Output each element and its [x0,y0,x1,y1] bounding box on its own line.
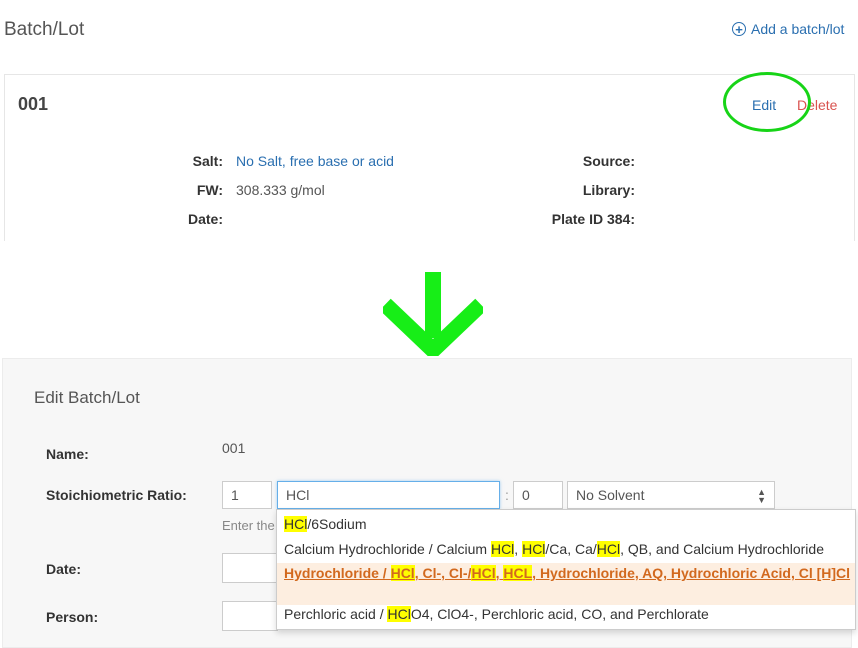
match-highlight: HCL [503,565,533,581]
source-label: Source: [582,153,635,169]
person-label: Person: [46,609,99,625]
fw-label: FW: [196,182,223,198]
dropdown-item[interactable]: Perchloric acid / HClO4, ClO4-, Perchlor… [277,604,855,628]
solvent-select[interactable]: No Solvent ▲ ▼ [567,481,775,509]
select-caret-icon: ▲ ▼ [757,487,766,505]
salt-value[interactable]: No Salt, free base or acid [236,153,394,169]
name-label: Name: [46,446,89,462]
ratio-search-value: HCl [286,487,310,503]
match-highlight: HCl [390,565,415,581]
delete-button[interactable]: Delete [797,97,837,113]
dropdown-item[interactable]: HCl/6Sodium [277,514,855,538]
edit-panel-title: Edit Batch/Lot [34,388,140,407]
solvent-select-value: No Solvent [576,487,645,503]
add-batch-label: Add a batch/lot [751,21,845,37]
match-highlight: HCl [596,541,621,557]
dropdown-item[interactable]: Calcium Hydrochloride / Calcium HCl, HCl… [277,539,855,563]
fw-value: 308.333 g/mol [236,182,325,198]
ratio-second-input[interactable]: 0 [513,481,563,509]
date-form-label: Date: [46,561,82,577]
ratio-search-input[interactable]: HCl [277,481,500,509]
match-highlight: HCl [471,565,496,581]
match-highlight: HCl [490,541,515,557]
ratio-label: Stoichiometric Ratio: [46,487,187,503]
section-title: Batch/Lot [4,19,85,40]
match-highlight: HCl [522,541,546,557]
salt-label: Salt: [192,153,223,169]
date-label: Date: [187,211,223,227]
autocomplete-dropdown: HCl/6Sodium Calcium Hydrochloride / Calc… [276,509,856,630]
ratio-separator: : [505,487,509,503]
dropdown-item-active[interactable]: Hydrochloride / HCl, Cl-, Cl-/HCl, HCL, … [277,563,855,605]
batch-id: 001 [18,94,49,114]
name-value: 001 [222,440,246,456]
plate-id-label: Plate ID 384: [551,211,635,227]
person-input[interactable] [222,601,278,631]
arrow-down-icon [383,272,483,356]
add-batch-button[interactable]: + Add a batch/lot [732,21,844,37]
ratio-count-input[interactable]: 1 [222,481,272,509]
match-highlight: HCl [387,606,411,622]
plus-circle-icon: + [732,22,746,36]
library-label: Library: [582,182,635,198]
edit-button[interactable]: Edit [752,97,776,113]
match-highlight: HCl [284,516,308,532]
date-input[interactable] [222,553,278,583]
ratio-hint: Enter the [222,518,275,533]
